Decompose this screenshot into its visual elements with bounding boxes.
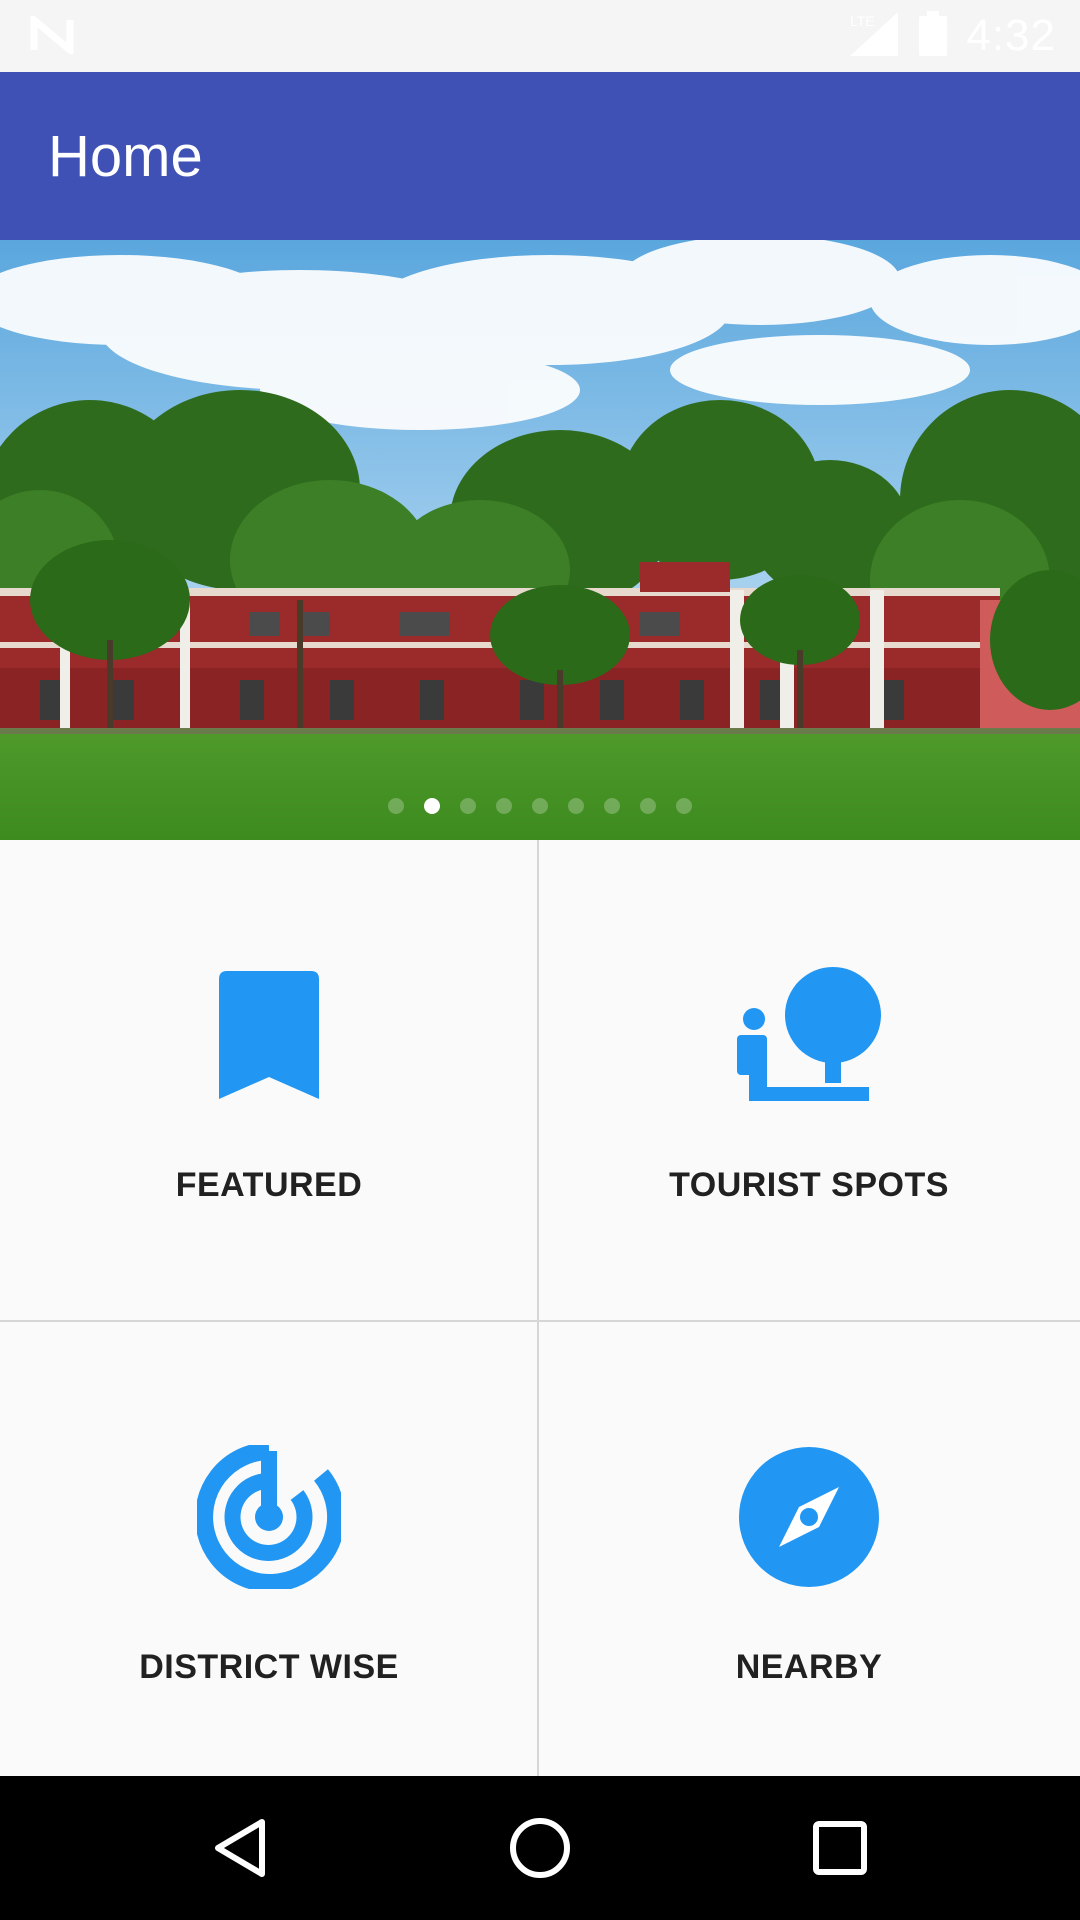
banner-image <box>0 240 1080 840</box>
page-title: Home <box>48 123 203 189</box>
tile-label-featured: FEATURED <box>175 1166 363 1204</box>
image-carousel[interactable] <box>0 240 1080 840</box>
status-bar: LTE 4:32 <box>0 0 1080 72</box>
carousel-dot[interactable] <box>388 798 404 814</box>
carousel-indicator <box>0 798 1080 814</box>
back-icon <box>215 1819 265 1877</box>
carousel-dot[interactable] <box>676 798 692 814</box>
signal-icon: LTE <box>848 10 900 63</box>
notification-n-icon <box>30 12 74 59</box>
menu-grid: FEATURED TOURIST SPOTS DISTRICT WISE NEA… <box>0 840 1080 1776</box>
app-bar: Home <box>0 72 1080 240</box>
carousel-dot[interactable] <box>604 798 620 814</box>
battery-icon <box>918 10 948 62</box>
bookmark-icon <box>194 960 344 1110</box>
carousel-dot[interactable] <box>460 798 476 814</box>
back-button[interactable] <box>204 1812 276 1884</box>
carousel-dot[interactable] <box>640 798 656 814</box>
park-icon <box>734 960 884 1110</box>
carousel-dot[interactable] <box>568 798 584 814</box>
home-button[interactable] <box>504 1812 576 1884</box>
tile-featured[interactable]: FEATURED <box>0 840 538 1320</box>
carousel-dot[interactable] <box>532 798 548 814</box>
home-icon <box>510 1818 570 1878</box>
status-clock: 4:32 <box>966 11 1056 60</box>
system-nav-bar <box>0 1776 1080 1920</box>
carousel-dot[interactable] <box>424 798 440 814</box>
tile-district-wise[interactable]: DISTRICT WISE <box>0 1322 538 1776</box>
tile-tourist-spots[interactable]: TOURIST SPOTS <box>540 840 1078 1320</box>
carousel-dot[interactable] <box>496 798 512 814</box>
radar-icon <box>194 1442 344 1592</box>
tile-label-nearby: NEARBY <box>735 1648 883 1686</box>
compass-icon <box>734 1442 884 1592</box>
recents-icon <box>813 1821 867 1875</box>
recents-button[interactable] <box>804 1812 876 1884</box>
tile-nearby[interactable]: NEARBY <box>540 1322 1078 1776</box>
tile-label-district-wise: DISTRICT WISE <box>139 1648 399 1686</box>
tile-label-tourist-spots: TOURIST SPOTS <box>669 1166 949 1204</box>
network-label: LTE <box>850 13 875 29</box>
